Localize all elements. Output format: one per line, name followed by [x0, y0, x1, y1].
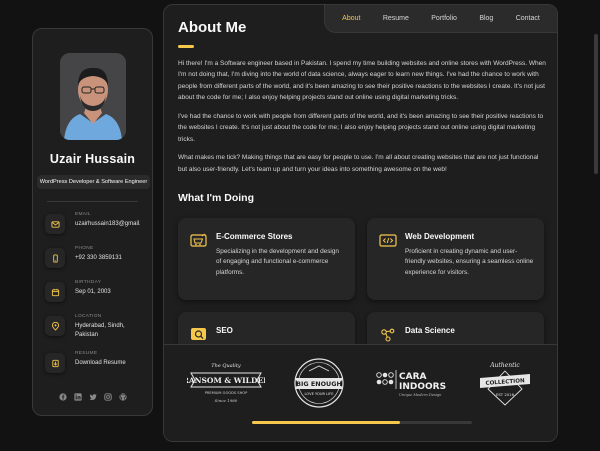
service-card-ecommerce: E-Commerce Stores Specializing in the de…	[178, 217, 355, 300]
logo-text: INDOORS	[399, 382, 446, 392]
contacts-list: Email uzairhussain183@gmail.com Phone +9…	[45, 212, 140, 374]
clients-scrollbar[interactable]	[252, 421, 472, 424]
about-paragraph: Hi there! I'm a Software engineer based …	[178, 59, 546, 102]
contact-label: Location	[75, 314, 102, 319]
service-card-web-development: Web Development Proficient in creating d…	[367, 217, 544, 300]
email-link[interactable]: uzairhussain183@gmail.com	[75, 220, 140, 229]
logo-text: LOVE YOUR LIFE	[305, 392, 335, 396]
about-text: Hi there! I'm a Software engineer based …	[178, 58, 546, 176]
profile-name: Uzair Hussain	[49, 152, 136, 166]
service-description: Proficient in creating dynamic and user-…	[405, 247, 534, 277]
contact-label: Birthday	[75, 280, 102, 285]
page-scrollbar[interactable]	[594, 34, 598, 174]
mail-icon	[45, 214, 65, 234]
sidebar-separator	[47, 201, 138, 202]
github-icon[interactable]	[118, 392, 127, 401]
page-title: About Me	[178, 19, 247, 36]
about-paragraph: What makes me tick? Making things that a…	[178, 154, 539, 173]
client-logo-big-enough[interactable]: BIG ENOUGH LOVE YOUR LIFE	[291, 357, 347, 409]
location-value: Hyderabad, Sindh, Pakistan	[75, 323, 125, 338]
service-title: E-Commerce Stores	[216, 231, 293, 241]
calendar-icon	[45, 282, 65, 302]
logo-text: Unique Modern Design	[399, 393, 442, 397]
logo-text: Authentic	[489, 362, 520, 369]
contact-birthday: Birthday Sep 01, 2003	[45, 280, 140, 302]
logo-text: PREMIUM GOODS SHOP	[205, 391, 248, 395]
phone-icon	[45, 248, 65, 268]
title-underline	[178, 45, 194, 48]
location-pin-icon	[45, 316, 65, 336]
social-links	[33, 392, 152, 401]
service-title: SEO	[216, 325, 233, 335]
birthday-value: Sep 01, 2003	[75, 289, 111, 295]
service-description: Specializing in the development and desi…	[216, 247, 339, 277]
contact-email: Email uzairhussain183@gmail.com	[45, 212, 140, 234]
avatar	[59, 53, 126, 140]
web-development-icon	[379, 233, 397, 300]
client-logo-ransom-wilder[interactable]: The Quality RANSOM & WILDER PREMIUM GOOD…	[187, 359, 265, 407]
download-resume-link[interactable]: Download Resume	[75, 359, 126, 368]
contact-label: Phone	[75, 246, 94, 251]
logo-text: The Quality	[211, 363, 241, 369]
logo-text: CARA	[399, 372, 427, 382]
clients-row: The Quality RANSOM & WILDER PREMIUM GOOD…	[164, 357, 557, 409]
instagram-icon[interactable]	[103, 392, 112, 401]
contact-label: Resume	[75, 351, 98, 357]
logo-text: EST 2016	[496, 392, 515, 397]
contact-label: Email	[75, 212, 91, 217]
service-title: Data Science	[405, 325, 455, 335]
client-logo-cara-indoors[interactable]: CARA INDOORS Unique Modern Design	[374, 363, 450, 403]
clients-section: The Quality RANSOM & WILDER PREMIUM GOOD…	[164, 344, 557, 441]
contact-resume: Resume Download Resume	[45, 351, 140, 374]
contact-location: Location Hyderabad, Sindh, Pakistan	[45, 314, 140, 339]
client-logo-authentic-collection[interactable]: Authentic COLLECTION EST 2016	[476, 359, 534, 407]
service-title: Web Development	[405, 231, 475, 241]
resume-download-icon	[45, 353, 65, 374]
services-heading: What I'm Doing	[178, 191, 254, 204]
contact-phone: Phone +92 330 3859131	[45, 246, 140, 268]
avatar-photo	[59, 53, 126, 140]
logo-text: RANSOM & WILDER	[187, 376, 265, 385]
logo-text: Since 1980	[215, 398, 238, 403]
about-paragraph: I've had the chance to work with people …	[178, 112, 544, 143]
profile-sidebar: Uzair Hussain WordPress Developer & Soft…	[32, 28, 153, 416]
linkedin-icon[interactable]	[73, 392, 82, 401]
logo-text: BIG ENOUGH	[297, 380, 343, 388]
twitter-icon[interactable]	[88, 392, 97, 401]
facebook-icon[interactable]	[58, 392, 67, 401]
phone-link[interactable]: +92 330 3859131	[75, 254, 122, 263]
clients-scrollbar-thumb[interactable]	[252, 421, 400, 424]
profile-title-badge: WordPress Developer & Software Engineer	[37, 175, 150, 189]
about-section: About Me Hi there! I'm a Software engine…	[178, 19, 546, 394]
ecommerce-icon	[190, 233, 208, 300]
main-panel: About Resume Portfolio Blog Contact Abou…	[163, 4, 558, 442]
